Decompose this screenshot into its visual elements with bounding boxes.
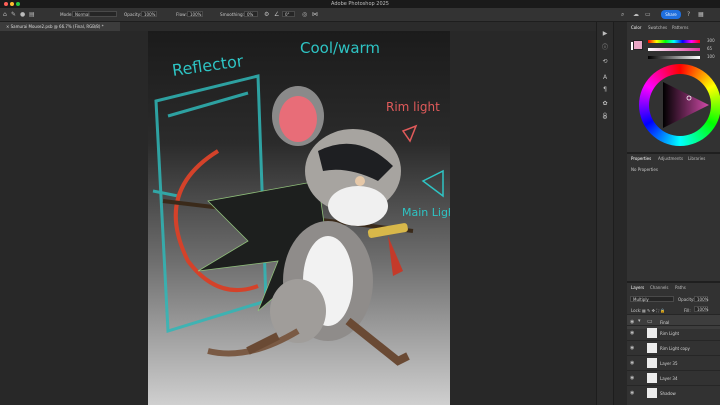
brush-settings-icon[interactable]: ▤ xyxy=(29,8,35,21)
visibility-eye-icon[interactable]: ◉ xyxy=(630,375,634,381)
opacity-input[interactable]: 100% xyxy=(141,11,157,17)
brush-settings-panel-icon[interactable]: ✿ xyxy=(600,100,610,108)
document-tab[interactable]: × Samurai Mouse2.psb @ 66.7% (Final, RGB… xyxy=(0,22,120,31)
angle-icon: ∠ xyxy=(274,11,280,18)
visibility-eye-icon[interactable]: ◉ xyxy=(630,360,634,366)
cloud-icon[interactable]: ☁ xyxy=(633,8,639,21)
tab-patterns[interactable]: Patterns xyxy=(672,24,688,32)
info-icon[interactable]: ⓘ xyxy=(600,44,610,52)
panels-icon[interactable]: ▦ xyxy=(698,8,704,21)
illustration: Reflector Cool/warm Rim light Main Light xyxy=(152,39,450,366)
layer-thumbnail xyxy=(647,358,657,368)
tab-color[interactable]: Color xyxy=(631,24,641,32)
layer-name: Layer 34 xyxy=(660,376,678,381)
pressure-size-icon[interactable]: ◎ xyxy=(302,8,307,21)
search-icon[interactable]: ⌕ xyxy=(621,8,624,21)
home-icon[interactable]: ⌂ xyxy=(3,8,7,21)
brush-tool-icon[interactable]: ✎ xyxy=(11,8,16,21)
saturation-value: 65 xyxy=(707,46,713,51)
layer-thumbnail xyxy=(647,388,657,398)
workspace-icon[interactable]: ▭ xyxy=(645,8,651,21)
rim-light-arrow xyxy=(401,124,418,143)
color-triangle[interactable] xyxy=(649,74,711,136)
layer-name: Shadow xyxy=(660,391,676,396)
visibility-eye-icon[interactable]: ◉ xyxy=(630,330,634,336)
tab-paths[interactable]: Paths xyxy=(675,284,686,292)
history-icon[interactable]: ⟲ xyxy=(600,58,610,66)
fill-label: Fill: xyxy=(684,308,691,313)
annotation-rim-light: Rim light xyxy=(386,100,440,114)
layer-thumbnail xyxy=(647,373,657,383)
fill-input[interactable]: 100% xyxy=(694,306,708,312)
mode-label: Mode: xyxy=(60,12,73,17)
character-icon[interactable]: A xyxy=(600,74,610,82)
play-action-icon[interactable]: ▶ xyxy=(600,30,610,38)
hue-slider[interactable] xyxy=(648,40,700,43)
annotation-reflector: Reflector xyxy=(171,51,245,80)
flow-label: Flow: xyxy=(176,12,187,17)
brush-preset-icon[interactable]: ● xyxy=(20,8,25,21)
tab-layers[interactable]: Layers xyxy=(631,284,644,292)
tab-libraries[interactable]: Libraries xyxy=(688,155,705,163)
smoothing-input[interactable]: 0% xyxy=(244,11,258,17)
layer-name: Rim Light xyxy=(660,331,680,336)
flow-input[interactable]: 100% xyxy=(187,11,203,17)
mode-select[interactable]: Normal xyxy=(72,11,117,17)
lock-icons[interactable]: ▦ ✎ ✥ ⛶ 🔒 xyxy=(642,308,665,313)
smoothing-settings-icon[interactable]: ⚙ xyxy=(264,8,269,21)
angle-input[interactable]: 0° xyxy=(282,11,295,17)
paragraph-icon[interactable]: ¶ xyxy=(600,86,610,94)
tab-properties[interactable]: Properties xyxy=(631,155,651,163)
options-bar: ⌂ ✎ ● ▤ Mode: Normal Opacity: 100% Flow:… xyxy=(0,8,720,22)
symmetry-icon[interactable]: ⋈ xyxy=(312,8,318,21)
blend-mode-select[interactable]: Multiply xyxy=(630,296,674,302)
window-title: Adobe Photoshop 2025 xyxy=(331,1,389,7)
layer-row-layer-34[interactable]: ◉ Layer 34 xyxy=(627,370,720,385)
main-light-arrow xyxy=(421,169,444,198)
no-properties-text: No Properties xyxy=(631,167,658,172)
layer-name: Rim Light copy xyxy=(660,346,690,351)
tab-swatches[interactable]: Swatches xyxy=(648,24,667,32)
brightness-value: 100 xyxy=(707,54,715,59)
layer-thumbnail xyxy=(647,343,657,353)
lock-label: Lock: xyxy=(631,308,642,313)
visibility-eye-icon[interactable]: ◉ xyxy=(630,390,634,396)
artboard[interactable]: Reflector Cool/warm Rim light Main Light xyxy=(148,31,450,405)
layer-row-rim-light-copy[interactable]: ◉ Rim Light copy xyxy=(627,340,720,355)
annotation-main-light: Main Light xyxy=(402,206,450,219)
leg xyxy=(345,317,410,366)
layer-thumbnail xyxy=(647,328,657,338)
foreground-color-swatch[interactable] xyxy=(633,40,643,50)
color-wheel[interactable] xyxy=(639,64,720,146)
group-chevron-icon[interactable]: ▾ xyxy=(638,318,641,324)
tab-channels[interactable]: Channels xyxy=(650,284,669,292)
hue-value: 300 xyxy=(707,38,715,43)
title-bar: Adobe Photoshop 2025 xyxy=(0,0,720,8)
smoothing-label: Smoothing: xyxy=(220,12,245,17)
visibility-eye-icon[interactable]: ◉ xyxy=(630,345,634,351)
layer-row-rim-light[interactable]: ◉ Rim Light xyxy=(627,325,720,340)
document-tab-label: Samurai Mouse2.psb @ 66.7% (Final, RGB/8… xyxy=(10,24,104,29)
annotation-cool-warm: Cool/warm xyxy=(300,39,380,57)
help-icon[interactable]: ? xyxy=(687,8,690,21)
adjust-icon[interactable]: ⚙ xyxy=(600,114,610,122)
folder-icon: ▭ xyxy=(647,318,653,325)
share-button[interactable]: Share xyxy=(661,10,681,19)
brightness-slider[interactable] xyxy=(648,56,700,59)
layer-opacity-input[interactable]: 100% xyxy=(694,296,708,302)
layer-opacity-label: Opacity: xyxy=(678,297,695,302)
saturation-slider[interactable] xyxy=(648,48,700,51)
layer-name: Layer 35 xyxy=(660,361,678,366)
layer-row-layer-35[interactable]: ◉ Layer 35 xyxy=(627,355,720,370)
layer-row-shadow[interactable]: ◉ Shadow xyxy=(627,385,720,400)
opacity-label: Opacity: xyxy=(124,12,142,17)
tab-adjustments[interactable]: Adjustments xyxy=(658,155,683,163)
